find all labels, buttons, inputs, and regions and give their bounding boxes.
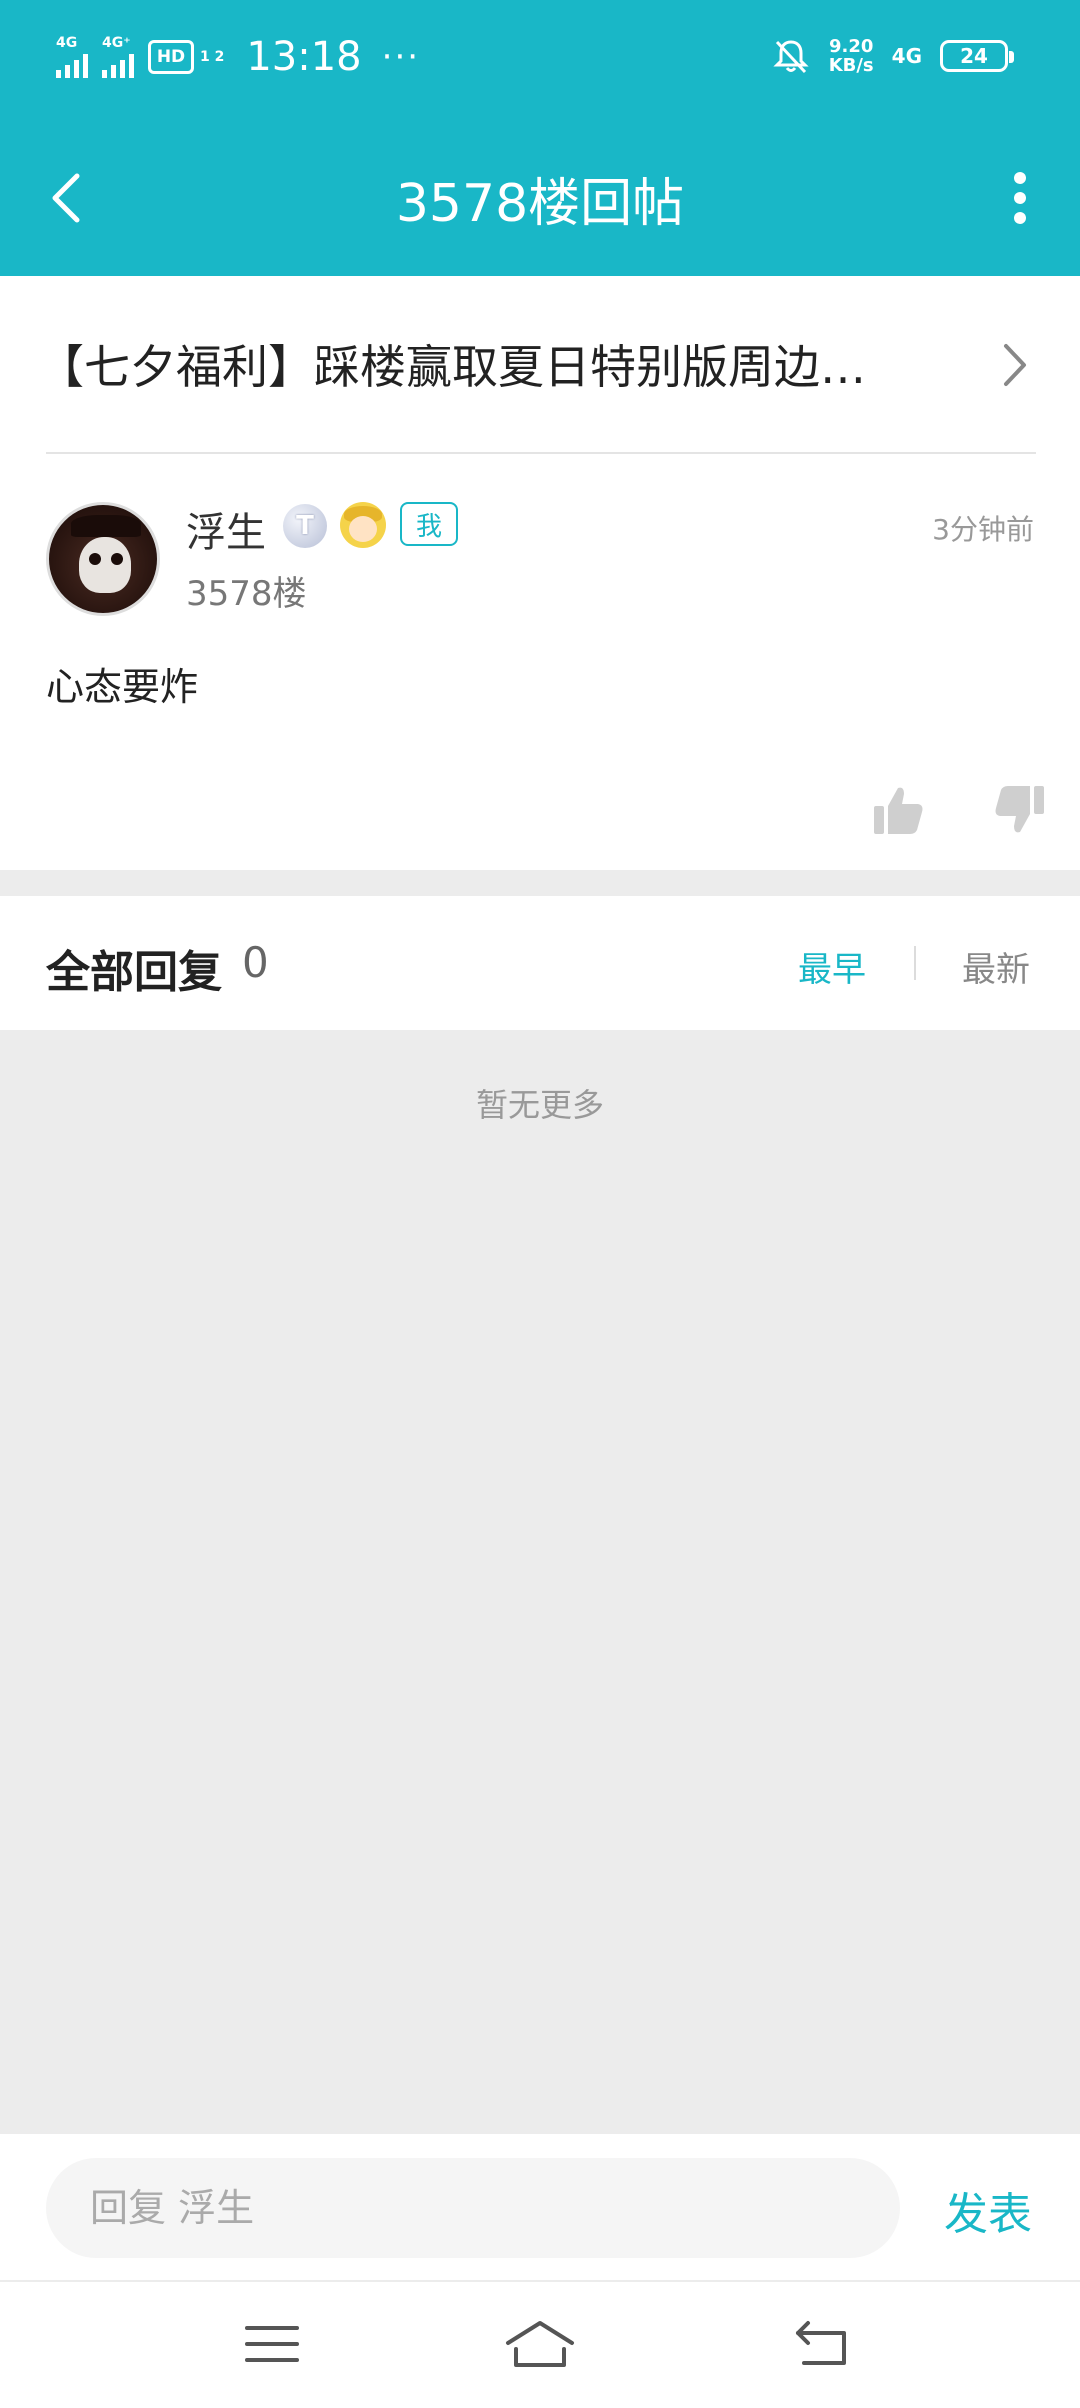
signal-strength-2: 4G⁺ (102, 36, 134, 78)
post-time: 3分钟前 (932, 513, 1034, 546)
status-bar-left: 4G 4G⁺ HD 1 2 13:18 ··· (56, 34, 420, 80)
app-bar: 3578楼回帖 (0, 120, 1080, 276)
floor-number: 3578楼 (186, 574, 307, 614)
sort-divider (914, 946, 916, 980)
chevron-right-icon (1004, 344, 1026, 386)
thumbs-up-icon[interactable] (870, 782, 926, 838)
signal-bars-icon (102, 52, 134, 78)
hd-voice-icon: HD (148, 40, 194, 74)
status-clock: 13:18 (246, 34, 362, 80)
post-card: 【七夕福利】踩楼赢取夏日特别版周边… 浮生 T 我 3578楼 3分钟前 心态要… (0, 276, 1080, 870)
replies-header: 全部回复 0 最早 最新 (0, 896, 1080, 1030)
avatar[interactable] (46, 502, 160, 616)
system-nav-bar (0, 2282, 1080, 2408)
network-speed: 9.20 KB/s (829, 37, 874, 75)
back-button[interactable] (40, 162, 92, 234)
signal-1-label: 4G (56, 35, 78, 51)
page-title: 3578楼回帖 (395, 173, 685, 234)
nav-menu-button[interactable] (232, 2308, 312, 2380)
status-bar-right: 9.20 KB/s 4G 24 (771, 36, 1014, 76)
thumbs-down-icon[interactable] (992, 782, 1048, 838)
battery-icon: 24 (940, 40, 1014, 72)
replies-title: 全部回复 (46, 947, 222, 998)
dot (1014, 192, 1026, 204)
submit-button[interactable]: 发表 (944, 2178, 1032, 2242)
back-arrow-icon (796, 2321, 846, 2365)
thread-title: 【七夕福利】踩楼赢取夏日特别版周边… (38, 340, 866, 394)
me-badge: 我 (400, 502, 458, 546)
reply-input[interactable] (46, 2158, 900, 2258)
level-badge-icon: T (283, 504, 327, 548)
thread-link[interactable]: 【七夕福利】踩楼赢取夏日特别版周边… (38, 276, 1036, 454)
sort-latest-tab[interactable]: 最新 (962, 942, 1030, 991)
dot (1014, 172, 1026, 184)
signal-2-label: 4G⁺ (102, 35, 131, 51)
empty-state-text: 暂无更多 (475, 1086, 604, 1124)
sort-earliest-tab[interactable]: 最早 (798, 942, 866, 991)
post-content: 心态要炸 (46, 665, 199, 709)
hd-sim-label: 1 2 (200, 48, 225, 65)
menu-icon (245, 2326, 299, 2362)
character-badge-icon (340, 502, 386, 548)
nav-home-button[interactable] (500, 2308, 580, 2380)
signal-bars-icon (56, 52, 88, 78)
dot (1014, 212, 1026, 224)
bell-muted-icon (773, 40, 809, 74)
home-icon (506, 2321, 574, 2367)
network-speed-unit: KB/s (828, 55, 874, 76)
network-type: 4G (891, 44, 922, 68)
nav-back-button[interactable] (782, 2308, 862, 2380)
more-notifications-icon: ··· (381, 37, 421, 77)
status-bar: 4G 4G⁺ HD 1 2 13:18 ··· 9.20 KB/s 4G 24 (0, 0, 1080, 120)
replies-count: 0 (242, 938, 269, 987)
compose-bar: 发表 (0, 2134, 1080, 2282)
more-options-button[interactable] (990, 156, 1050, 240)
chevron-left-icon (52, 173, 80, 223)
top-bar: 4G 4G⁺ HD 1 2 13:18 ··· 9.20 KB/s 4G 24 … (0, 0, 1080, 276)
signal-strength-1: 4G (56, 36, 88, 78)
network-speed-value: 9.20 (828, 36, 874, 57)
battery-level: 24 (960, 44, 988, 68)
author-name[interactable]: 浮生 (186, 500, 266, 558)
